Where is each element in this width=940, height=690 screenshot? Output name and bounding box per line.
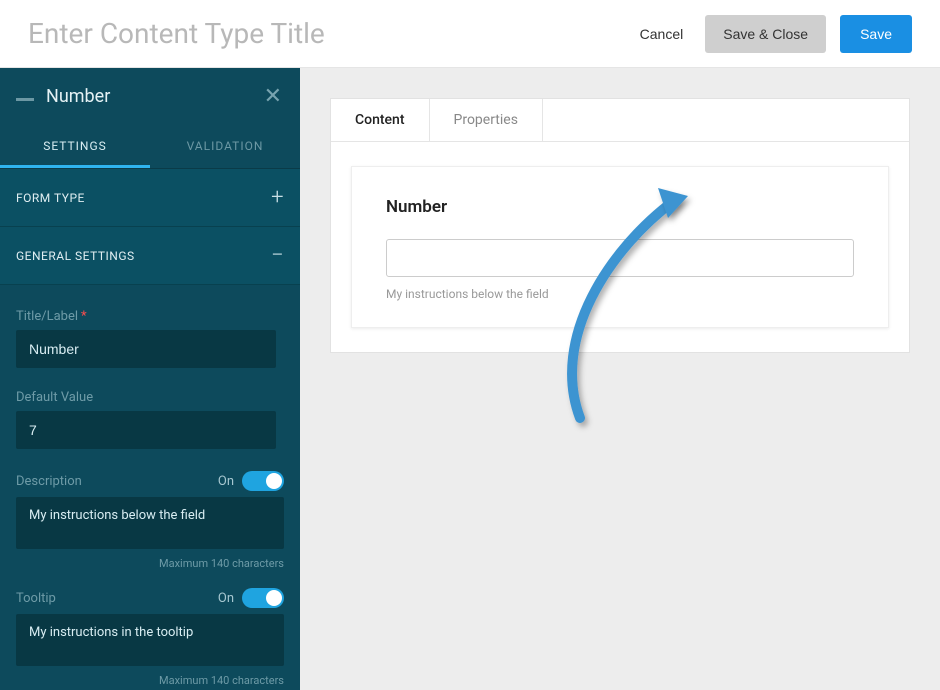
preview-number-input[interactable] <box>386 239 854 277</box>
description-textarea[interactable] <box>16 497 284 549</box>
title-label-label: Title/Label* <box>16 309 284 324</box>
description-toggle-text: On <box>218 474 234 489</box>
preview-field-desc: My instructions below the field <box>386 287 854 301</box>
preview-field: Number My instructions below the field <box>351 166 889 328</box>
description-row: Description On <box>16 471 284 491</box>
description-hint: Maximum 140 characters <box>16 557 284 570</box>
content-type-title[interactable]: Enter Content Type Title <box>28 17 325 50</box>
save-button[interactable]: Save <box>840 15 912 53</box>
general-settings-body: Title/Label* Default Value Description O… <box>0 285 300 690</box>
header-actions: Cancel Save & Close Save <box>632 15 912 53</box>
section-form-type[interactable]: FORM TYPE + <box>0 169 300 227</box>
default-value-label: Default Value <box>16 390 284 405</box>
tab-properties[interactable]: Properties <box>430 99 543 141</box>
section-general-settings[interactable]: GENERAL SETTINGS − <box>0 227 300 285</box>
tooltip-row: Tooltip On <box>16 588 284 608</box>
tab-content[interactable]: Content <box>331 99 430 141</box>
plus-icon: + <box>271 185 284 210</box>
preview-card: Content Properties Number My instruction… <box>330 98 910 353</box>
sidebar-title: Number <box>46 86 110 107</box>
tooltip-label: Tooltip <box>16 591 56 606</box>
save-close-button[interactable]: Save & Close <box>705 15 826 53</box>
collapse-icon[interactable] <box>16 87 34 106</box>
section-form-type-label: FORM TYPE <box>16 191 85 205</box>
header-bar: Enter Content Type Title Cancel Save & C… <box>0 0 940 68</box>
preview-area: Content Properties Number My instruction… <box>300 68 940 690</box>
settings-sidebar: Number ✕ SETTINGS VALIDATION FORM TYPE +… <box>0 68 300 690</box>
tab-settings[interactable]: SETTINGS <box>0 125 150 168</box>
description-label: Description <box>16 474 82 489</box>
tooltip-toggle[interactable] <box>242 588 284 608</box>
main-area: Number ✕ SETTINGS VALIDATION FORM TYPE +… <box>0 68 940 690</box>
close-icon[interactable]: ✕ <box>264 84 282 109</box>
cancel-button[interactable]: Cancel <box>632 16 692 52</box>
tooltip-toggle-text: On <box>218 591 234 606</box>
tooltip-hint: Maximum 140 characters <box>16 674 284 687</box>
minus-icon: − <box>271 243 284 268</box>
preview-field-title: Number <box>386 197 854 217</box>
section-general-label: GENERAL SETTINGS <box>16 249 135 263</box>
title-label-input[interactable] <box>16 330 276 368</box>
tooltip-textarea[interactable] <box>16 614 284 666</box>
sidebar-tabs: SETTINGS VALIDATION <box>0 125 300 169</box>
default-value-input[interactable] <box>16 411 276 449</box>
tab-validation[interactable]: VALIDATION <box>150 125 300 168</box>
preview-tabs: Content Properties <box>331 99 909 142</box>
description-toggle[interactable] <box>242 471 284 491</box>
sidebar-header: Number ✕ <box>0 68 300 125</box>
